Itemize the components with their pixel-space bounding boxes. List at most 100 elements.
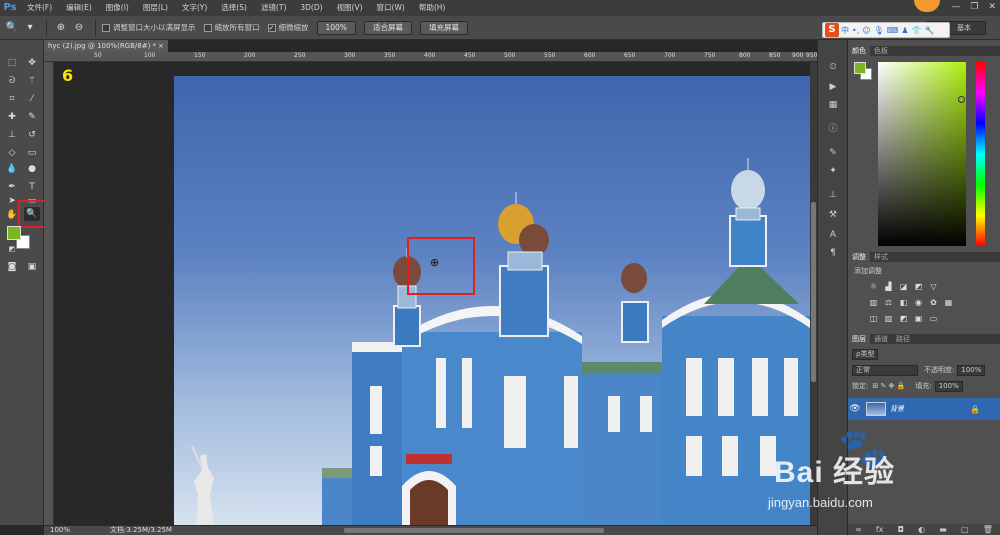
hue-slider[interactable]	[976, 62, 985, 246]
screen-mode-icon[interactable]: ▣	[24, 260, 40, 274]
threshold-icon[interactable]: ◩	[898, 314, 909, 324]
microphone-icon[interactable]: 🎙	[874, 26, 884, 35]
clone-stamp-icon[interactable]: ⊥	[4, 128, 20, 142]
history-panel-icon[interactable]: ⏲	[826, 60, 840, 74]
eyedropper-icon[interactable]: ⁄	[24, 92, 40, 106]
menu-file[interactable]: 文件(F)	[20, 0, 59, 16]
checkbox-checked[interactable]: ✓	[267, 23, 276, 32]
color-balance-icon[interactable]: ⚖	[883, 298, 894, 308]
sogou-logo-icon[interactable]: S	[825, 23, 839, 37]
pen-tool-icon[interactable]: ✒	[4, 180, 20, 194]
fit-screen-button[interactable]: 适合屏幕	[363, 20, 412, 35]
tab-adjustments[interactable]: 调整	[848, 252, 870, 262]
marquee-tool-icon[interactable]: ⬚	[4, 56, 20, 70]
crop-tool-icon[interactable]: ⌗	[4, 92, 20, 106]
gradient-tool-icon[interactable]: ▭	[24, 146, 40, 160]
resize-windows-checkbox[interactable]: 调整窗口大小以满屏显示	[102, 22, 196, 33]
invert-icon[interactable]: ◫	[868, 314, 879, 324]
lock-icons[interactable]: ⊞ ✎ ✥ 🔒	[872, 382, 905, 390]
menu-window[interactable]: 窗口(W)	[370, 0, 412, 16]
blend-mode-select[interactable]: 正常	[852, 364, 918, 376]
eraser-tool-icon[interactable]: ◇	[4, 146, 20, 160]
new-adjustment-icon[interactable]: ◐	[918, 524, 925, 535]
info-panel-icon[interactable]: ⓘ	[826, 122, 840, 136]
menu-edit[interactable]: 编辑(E)	[59, 0, 99, 16]
vibrance-icon[interactable]: ▽	[928, 282, 939, 292]
healing-brush-icon[interactable]: ✚	[4, 110, 20, 124]
posterize-icon[interactable]: ▨	[883, 314, 894, 324]
brush-tool-icon[interactable]: ✎	[24, 110, 40, 124]
user-icon[interactable]: ♟	[901, 26, 908, 35]
checkbox-box[interactable]	[102, 23, 110, 32]
menu-select[interactable]: 选择(S)	[214, 0, 254, 16]
clone-source-icon[interactable]: ⊥	[826, 188, 840, 202]
brush-presets-icon[interactable]: ✦	[826, 164, 840, 178]
shirt-icon[interactable]: 👕	[911, 26, 921, 35]
tab-layers[interactable]: 图层	[848, 334, 870, 344]
restore-button[interactable]: ❐	[970, 2, 978, 12]
character-panel-icon[interactable]: A	[826, 228, 840, 242]
new-layer-icon[interactable]: ▢	[961, 524, 969, 535]
scrollbar-thumb[interactable]	[811, 202, 816, 382]
trash-icon[interactable]: 🗑	[983, 524, 993, 535]
tab-styles[interactable]: 样式	[870, 252, 892, 262]
close-button[interactable]: ✕	[988, 2, 996, 12]
new-group-icon[interactable]: ▬	[939, 524, 947, 535]
exposure-icon[interactable]: ◩	[913, 282, 924, 292]
brightness-icon[interactable]: ☼	[868, 282, 879, 292]
picker-foreground-swatch[interactable]	[854, 62, 866, 74]
zoom-in-icon[interactable]: ⊕	[53, 20, 69, 36]
color-picker-ring[interactable]	[958, 96, 965, 103]
menu-layer[interactable]: 图层(L)	[136, 0, 175, 16]
zoom-all-windows-checkbox[interactable]: 缩放所有窗口	[203, 22, 260, 33]
scrubby-zoom-checkbox[interactable]: ✓ 细微缩放	[267, 22, 309, 33]
checkbox-box[interactable]	[203, 23, 212, 32]
chevron-down-icon[interactable]: ▾	[22, 20, 38, 36]
curves-icon[interactable]: ◪	[898, 282, 909, 292]
tab-channels[interactable]: 通道	[870, 334, 892, 344]
layer-row-background[interactable]: 👁 背景 🔒	[848, 398, 1000, 420]
canvas-area[interactable]: 6 ⊕	[54, 62, 810, 525]
emoji-icon[interactable]: ☺	[862, 26, 870, 35]
church-photo[interactable]: ⊕	[174, 76, 810, 525]
zoom-out-icon[interactable]: ⊖	[71, 20, 87, 36]
zoom-level[interactable]: 100%	[50, 526, 70, 535]
channel-mixer-icon[interactable]: ✿	[928, 298, 939, 308]
zoom-100-button[interactable]: 100%	[316, 20, 356, 35]
levels-icon[interactable]: ▟	[883, 282, 894, 292]
actions-panel-icon[interactable]: ▶	[826, 80, 840, 94]
zoom-tool-preset-icon[interactable]: 🔍	[4, 20, 20, 36]
hue-saturation-icon[interactable]: ▥	[868, 298, 879, 308]
default-colors-icon[interactable]: ◩	[4, 242, 20, 256]
tab-paths[interactable]: 路径	[892, 334, 914, 344]
tool-presets-icon[interactable]: ⚒	[826, 208, 840, 222]
punctuation-icon[interactable]: •,	[852, 26, 859, 35]
photo-filter-icon[interactable]: ◉	[913, 298, 924, 308]
eye-icon[interactable]: 👁	[848, 404, 862, 414]
menu-image[interactable]: 图像(I)	[99, 0, 136, 16]
horizontal-scrollbar-thumb[interactable]	[344, 528, 604, 533]
keyboard-icon[interactable]: ⌨	[887, 26, 899, 35]
opacity-input[interactable]: 100%	[957, 364, 986, 376]
menu-help[interactable]: 帮助(H)	[412, 0, 453, 16]
minimize-button[interactable]: —	[951, 2, 960, 12]
wrench-icon[interactable]: 🔧	[924, 26, 934, 35]
color-field[interactable]	[878, 62, 966, 246]
foreground-color-swatch[interactable]	[7, 226, 21, 240]
black-white-icon[interactable]: ◧	[898, 298, 909, 308]
quick-mask-icon[interactable]: ◙	[4, 260, 20, 274]
fill-input[interactable]: 100%	[934, 380, 963, 392]
menu-3d[interactable]: 3D(D)	[293, 0, 329, 16]
move-tool-icon[interactable]: ✥	[24, 56, 40, 70]
close-tab-icon[interactable]: ×	[158, 40, 164, 52]
menu-view[interactable]: 视图(V)	[330, 0, 370, 16]
fill-screen-button[interactable]: 填充屏幕	[419, 20, 468, 35]
tab-color[interactable]: 颜色	[848, 46, 870, 56]
color-lookup-icon[interactable]: ▦	[943, 298, 954, 308]
blur-tool-icon[interactable]: 💧	[4, 162, 20, 176]
layer-kind-select[interactable]: ρ类型	[852, 348, 879, 360]
menu-filter[interactable]: 滤镜(T)	[254, 0, 293, 16]
gradient-map-icon[interactable]: ▭	[928, 314, 939, 324]
tab-swatches[interactable]: 色板	[870, 46, 892, 56]
magic-wand-icon[interactable]: ⚚	[24, 74, 40, 88]
